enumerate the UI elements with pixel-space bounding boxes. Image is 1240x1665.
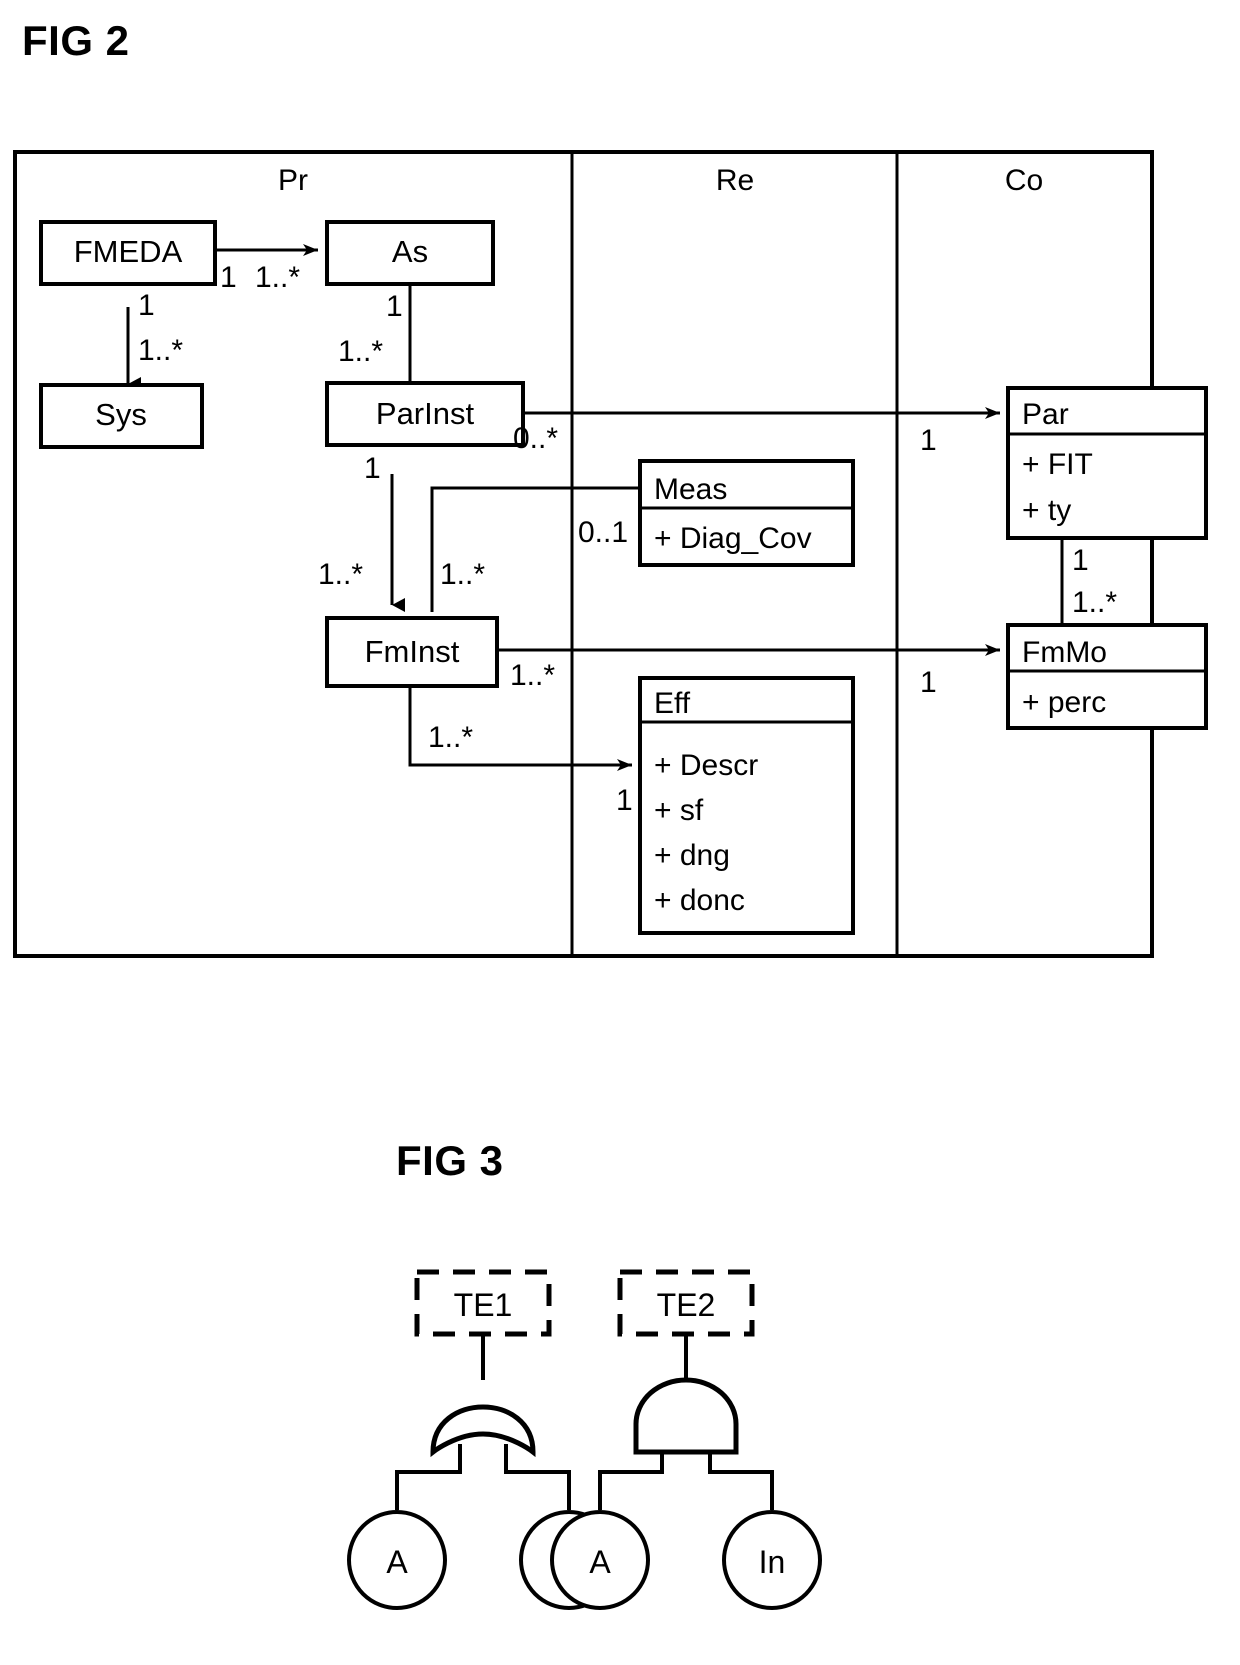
mult-parinst-par-source: 0..* (513, 422, 558, 455)
class-attribute-sf: + sf (654, 794, 704, 827)
connector-and2-input-a (598, 1452, 664, 1510)
class-attribute-fit: + FIT (1022, 448, 1093, 481)
class-box-eff[interactable]: Eff + Descr + sf + dng + donc (638, 676, 855, 935)
mult-fmeda-as-source: 1 (220, 261, 237, 294)
mult-sys-fmeda-source: 1..* (138, 334, 183, 367)
class-box-meas[interactable]: Meas + Diag_Cov (638, 459, 855, 567)
class-box-parinst[interactable]: ParInst (325, 381, 525, 447)
class-attribute-dng: + dng (654, 839, 730, 872)
class-attribute-donc: + donc (654, 884, 745, 917)
basic-event-a-1[interactable]: A (347, 1510, 447, 1610)
mult-as-parinst-target: 1..* (338, 335, 383, 368)
or-gate-1[interactable] (430, 1404, 536, 1458)
mult-fminst-fmmo-target: 1 (920, 666, 937, 699)
column-header-pr: Pr (278, 164, 308, 197)
class-box-par[interactable]: Par + FIT + ty (1006, 386, 1208, 540)
fault-tree-2: TE2 A In (550, 1269, 822, 1610)
fig3-title: FIG 3 (396, 1137, 504, 1184)
connector-or1-input-in (504, 1444, 571, 1510)
top-event-box-te1[interactable]: TE1 (414, 1269, 552, 1337)
mult-as-parinst-source: 1 (386, 290, 403, 323)
class-attribute-diag-cov: + Diag_Cov (654, 522, 812, 555)
mult-parinst-fminst-target: 1..* (318, 558, 363, 591)
class-attribute-descr: + Descr (654, 749, 758, 782)
mult-fminst-eff-target: 1 (616, 784, 633, 817)
column-header-co: Co (1005, 164, 1043, 197)
mult-fminst-meas-source: 1..* (440, 558, 485, 591)
column-header-re: Re (716, 164, 754, 197)
class-attribute-ty: + ty (1022, 494, 1071, 527)
mult-fmeda-as-target: 1..* (255, 261, 300, 294)
class-name-fmeda: FMEDA (74, 234, 183, 269)
basic-event-label-a-2: A (589, 1544, 611, 1580)
basic-event-label-in-2: In (759, 1544, 786, 1580)
figure-sheet: FIG 2 Pr Re Co FMEDA As Sys ParInst FmIn… (0, 0, 1240, 1665)
class-box-fmmo[interactable]: FmMo + perc (1006, 623, 1208, 730)
fig2-title: FIG 2 (22, 17, 130, 64)
class-name-fminst: FmInst (365, 634, 460, 669)
class-name-sys: Sys (95, 397, 147, 432)
mult-fminst-eff-source: 1..* (428, 721, 473, 754)
class-name-par: Par (1022, 398, 1069, 431)
mult-fminst-fmmo-source: 1..* (510, 659, 555, 692)
mult-sys-fmeda-target: 1 (138, 289, 155, 322)
mult-parinst-fminst-source: 1 (364, 452, 381, 485)
class-name-parinst: ParInst (376, 396, 475, 431)
class-box-sys[interactable]: Sys (39, 383, 204, 449)
mult-fminst-meas-target: 0..1 (578, 516, 628, 549)
mult-par-fmmo-source: 1 (1072, 544, 1089, 577)
mult-parinst-par-target: 1 (920, 424, 937, 457)
class-name-meas: Meas (654, 473, 727, 506)
top-event-label-te2: TE2 (657, 1287, 716, 1323)
and-gate-2[interactable] (633, 1377, 739, 1455)
mult-par-fmmo-target: 1..* (1072, 586, 1117, 619)
class-name-eff: Eff (654, 687, 691, 720)
connector-and2-input-in (708, 1452, 774, 1510)
class-box-fminst[interactable]: FmInst (325, 616, 499, 688)
basic-event-label-a-1: A (386, 1544, 408, 1580)
class-box-fmeda[interactable]: FMEDA (39, 220, 217, 286)
class-attribute-perc: + perc (1022, 686, 1106, 719)
connector-or1-input-a (395, 1444, 462, 1510)
basic-event-in-2[interactable]: In (722, 1510, 822, 1610)
top-event-label-te1: TE1 (454, 1287, 513, 1323)
fig3-canvas: FIG 3 TE1 A In (347, 1137, 822, 1610)
class-name-as: As (392, 234, 428, 269)
class-name-fmmo: FmMo (1022, 636, 1107, 669)
fig2-canvas: FIG 2 Pr Re Co FMEDA As Sys ParInst FmIn… (13, 17, 1208, 958)
class-box-as[interactable]: As (325, 220, 495, 286)
basic-event-a-2[interactable]: A (550, 1510, 650, 1610)
top-event-box-te2[interactable]: TE2 (617, 1269, 755, 1337)
